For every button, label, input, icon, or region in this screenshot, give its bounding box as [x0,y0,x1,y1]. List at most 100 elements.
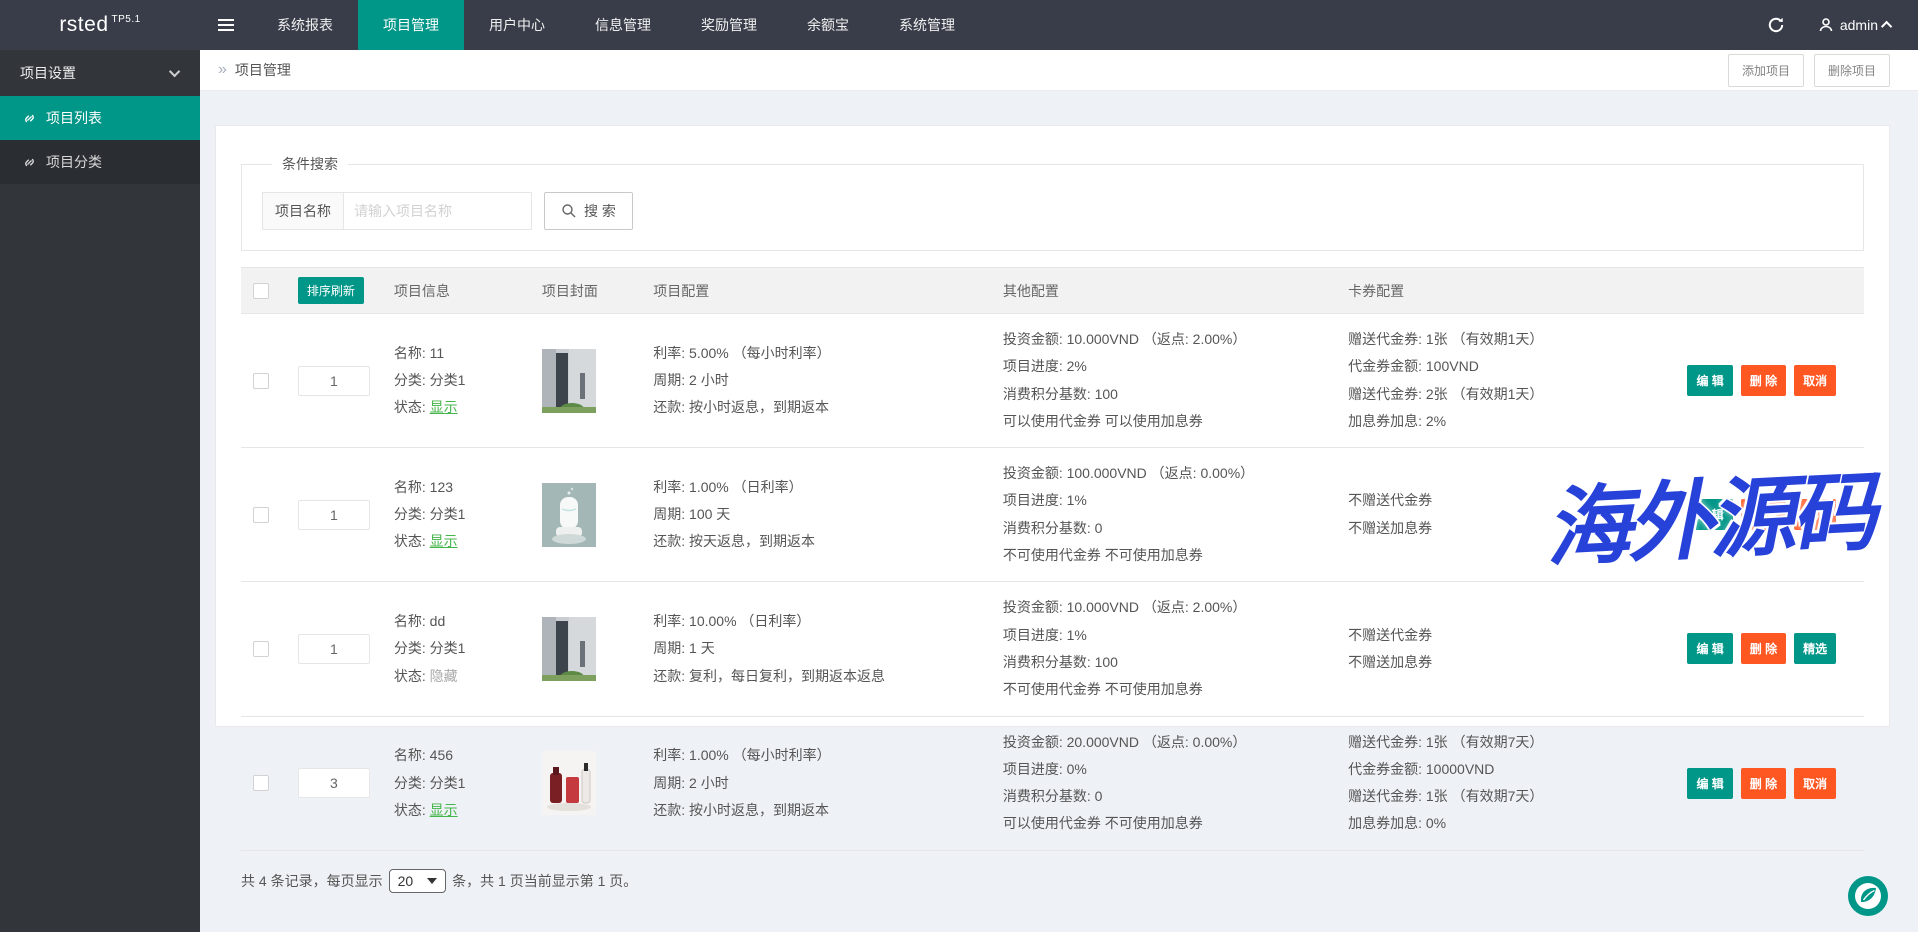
chevron-up-icon [1881,21,1892,32]
user-menu[interactable]: admin [1804,0,1918,50]
add-project-button[interactable]: 添加项目 [1728,54,1804,87]
search-button-label: 搜 索 [584,201,616,221]
breadcrumb-bar: » 项目管理 添加项目 删除项目 [200,50,1918,91]
delete-button[interactable]: 删 除 [1741,499,1786,530]
project-info-cell: 名称: 456 分类: 分类1 状态: 显示 [382,716,530,850]
project-config-cell: 利率: 1.00% （每小时利率） 周期: 2 小时 还款: 按小时返息，到期返… [641,716,991,850]
table-row: 名称: 456 分类: 分类1 状态: 显示 利率: 1.00% （每小时利率）… [241,716,1864,850]
row-checkbox[interactable] [253,507,269,523]
rate-line: 利率: 10.00% （日利率） [653,608,979,635]
project-name-label: 项目名称 [262,192,344,230]
edit-button[interactable]: 编 辑 [1687,633,1732,664]
sort-input[interactable] [298,634,370,664]
project-config-cell: 利率: 10.00% （日利率） 周期: 1 天 还款: 复利，每日复利，到期返… [641,582,991,716]
page-size-value: 20 [398,873,414,889]
project-table: 排序刷新 项目信息 项目封面 项目配置 其他配置 卡券配置 名称: 11 分类:… [241,267,1864,851]
nav-item-system-report[interactable]: 系统报表 [252,0,358,50]
project-category: 分类: 分类1 [394,367,518,394]
user-icon [1818,17,1834,33]
refresh-icon[interactable] [1748,0,1804,50]
cancel-featured-button[interactable]: 取消 [1794,365,1836,396]
table-header-row: 排序刷新 项目信息 项目封面 项目配置 其他配置 卡券配置 [241,268,1864,314]
rate-line: 利率: 5.00% （每小时利率） [653,340,979,367]
page-title: 项目管理 [235,60,291,80]
project-name-input[interactable] [344,192,532,230]
project-name: 名称: dd [394,608,518,635]
set-featured-button[interactable]: 精选 [1794,633,1836,664]
col-project-config: 项目配置 [641,268,991,314]
row-checkbox[interactable] [253,641,269,657]
floating-assistant-button[interactable] [1848,876,1888,916]
edit-button[interactable]: 编 辑 [1687,768,1732,799]
status-link[interactable]: 显示 [430,802,458,818]
leaf-logo-icon [1848,876,1888,916]
nav-item-user-center[interactable]: 用户中心 [464,0,570,50]
edit-button[interactable]: 编 辑 [1687,499,1732,530]
col-other-config: 其他配置 [991,268,1336,314]
link-icon [22,111,37,126]
row-checkbox[interactable] [253,775,269,791]
sort-refresh-button[interactable]: 排序刷新 [298,277,364,304]
top-header: rsted TP5.1 系统报表 项目管理 用户中心 信息管理 奖励管理 余额宝 … [0,0,1918,50]
status-link[interactable]: 显示 [430,533,458,549]
sidebar-group-project-settings[interactable]: 项目设置 [0,50,200,96]
project-name: 名称: 11 [394,340,518,367]
app-logo: rsted TP5.1 [0,0,200,50]
sidebar-item-project-category[interactable]: 项目分类 [0,140,200,184]
rate-line: 利率: 1.00% （每小时利率） [653,742,979,769]
page-size-select[interactable]: 20 [389,869,447,893]
project-category: 分类: 分类1 [394,501,518,528]
delete-button[interactable]: 删 除 [1741,633,1786,664]
edit-button[interactable]: 编 辑 [1687,365,1732,396]
rate-line: 利率: 1.00% （日利率） [653,474,979,501]
humidifier-photo [542,483,596,547]
project-name: 名称: 456 [394,742,518,769]
link-icon [22,155,37,170]
table-row: 名称: dd 分类: 分类1 状态: 隐藏 利率: 10.00% （日利率） 周… [241,582,1864,716]
cancel-featured-button[interactable]: 取消 [1794,768,1836,799]
row-checkbox[interactable] [253,373,269,389]
chevron-down-icon [169,66,180,77]
sort-input[interactable] [298,366,370,396]
nav-item-project-manage[interactable]: 项目管理 [358,0,464,50]
period-line: 周期: 1 天 [653,635,979,662]
project-info-cell: 名称: 11 分类: 分类1 状态: 显示 [382,314,530,448]
repay-line: 还款: 按天返息，到期返本 [653,528,979,555]
repay-line: 还款: 按小时返息，到期返本 [653,394,979,421]
search-button[interactable]: 搜 索 [544,192,633,230]
nav-item-reward-manage[interactable]: 奖励管理 [676,0,782,50]
top-nav: 系统报表 项目管理 用户中心 信息管理 奖励管理 余额宝 系统管理 [252,0,980,50]
period-line: 周期: 2 小时 [653,770,979,797]
delete-button[interactable]: 删 除 [1741,768,1786,799]
period-line: 周期: 100 天 [653,501,979,528]
status-link[interactable]: 显示 [430,399,458,415]
logo-text: rsted [59,13,108,37]
select-all-checkbox[interactable] [253,283,269,299]
pagination-prefix: 共 4 条记录，每页显示 [241,871,383,891]
pagination: 共 4 条记录，每页显示 20 条，共 1 页当前显示第 1 页。 [241,869,1864,893]
sidebar-item-project-list[interactable]: 项目列表 [0,96,200,140]
search-icon [561,203,577,219]
sidebar-item-label: 项目列表 [46,108,102,128]
sidebar-item-label: 项目分类 [46,152,102,172]
coupon-config-cell: 不赠送代金券 不赠送加息券 [1336,582,1659,716]
status-link[interactable]: 隐藏 [430,668,458,684]
menu-toggle-icon[interactable] [200,0,252,50]
col-project-cover: 项目封面 [530,268,641,314]
coupon-config-cell: 赠送代金券: 1张 （有效期7天） 代金券金额: 10000VND 赠送代金券:… [1336,716,1659,850]
nav-item-yuebao[interactable]: 余额宝 [782,0,874,50]
project-info-cell: 名称: 123 分类: 分类1 状态: 显示 [382,448,530,582]
project-name: 名称: 123 [394,474,518,501]
nav-item-info-manage[interactable]: 信息管理 [570,0,676,50]
delete-project-button[interactable]: 删除项目 [1814,54,1890,87]
other-config-cell: 投资金额: 100.000VND （返点: 0.00%） 项目进度: 1% 消费… [991,448,1336,582]
sort-input[interactable] [298,768,370,798]
delete-button[interactable]: 删 除 [1741,365,1786,396]
nav-item-system-manage[interactable]: 系统管理 [874,0,980,50]
sort-input[interactable] [298,500,370,530]
cancel-featured-button[interactable]: 取消 [1794,499,1836,530]
table-row: 名称: 11 分类: 分类1 状态: 显示 利率: 5.00% （每小时利率） … [241,314,1864,448]
other-config-cell: 投资金额: 10.000VND （返点: 2.00%） 项目进度: 1% 消费积… [991,582,1336,716]
logo-version: TP5.1 [112,14,141,25]
other-config-cell: 投资金额: 20.000VND （返点: 0.00%） 项目进度: 0% 消费积… [991,716,1336,850]
